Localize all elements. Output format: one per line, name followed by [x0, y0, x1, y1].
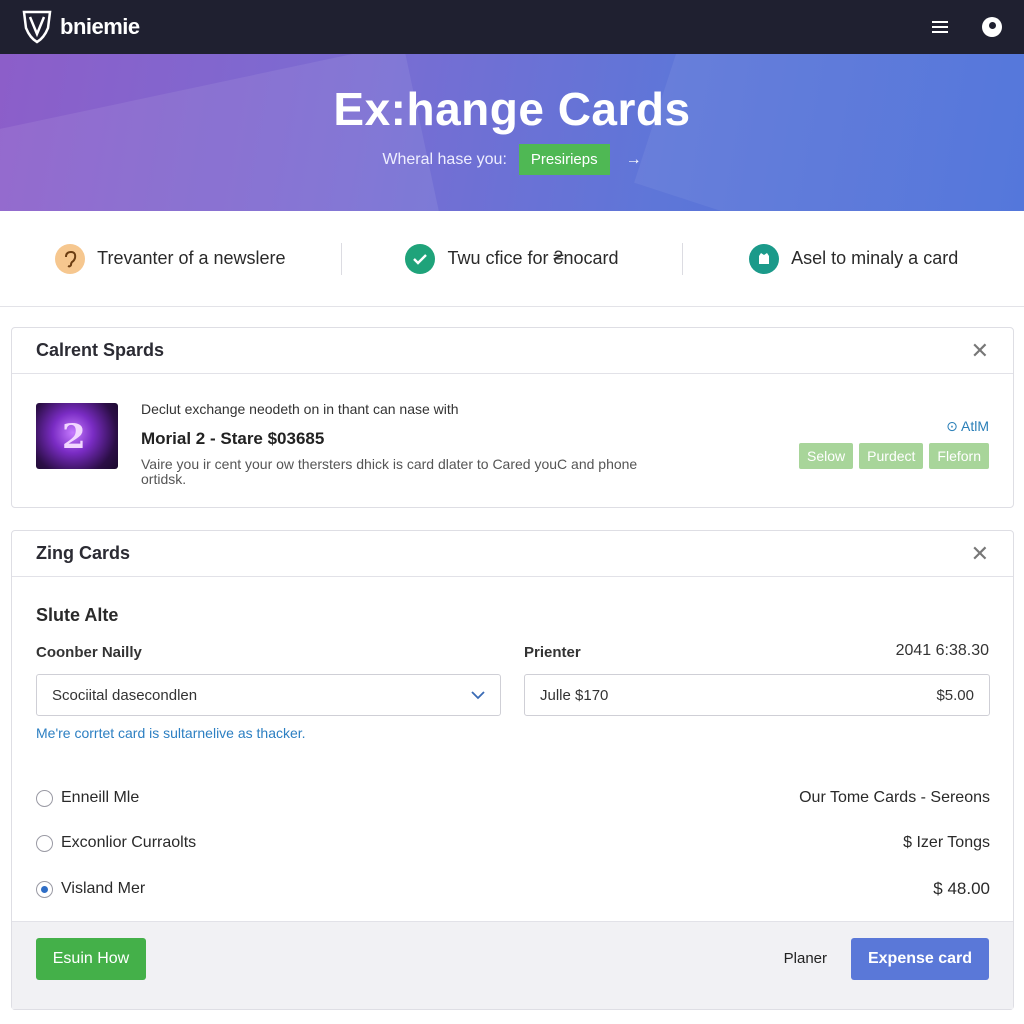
price-field-label: Julle $170 — [540, 686, 609, 704]
hero-banner: Ex:hange Cards Wheral hase you: Presirie… — [0, 54, 1024, 211]
feature-label: Twu cfice for ₴nocard — [447, 248, 619, 268]
radio-button[interactable] — [36, 834, 53, 852]
timestamp: 2041 6:38.30 — [895, 642, 989, 659]
zing-cards-panel: Zing Cards ✕ Slute Alte Coonber Nailly P… — [11, 530, 1014, 1010]
option-label: Enneill Mle — [61, 789, 140, 806]
close-icon[interactable]: ✕ — [971, 339, 989, 362]
user-icon[interactable] — [982, 17, 1002, 37]
panel-title: Zing Cards — [36, 543, 131, 563]
card-name-detail: Stare $03685 — [220, 429, 325, 448]
price-field[interactable]: Julle $170 $5.00 — [524, 674, 990, 716]
radio-button[interactable] — [36, 789, 53, 807]
card-name: Morial 2 - Stare $03685 — [141, 429, 661, 449]
planer-button[interactable]: Planer — [784, 950, 827, 967]
card-description: Declut exchange neodeth on in thant can … — [141, 401, 459, 417]
hero-title: Ex:hange Cards — [333, 83, 691, 135]
logo-text: bniemie — [60, 14, 140, 39]
feature-label: Asel to minaly a card — [791, 248, 959, 268]
section-subheading: Slute Alte — [36, 605, 119, 625]
features-strip: Trevanter of a newslere Twu cfice for ₴n… — [0, 211, 1024, 307]
feature-item: Asel to minaly a card — [682, 242, 1024, 275]
option-row[interactable]: Exconlior Curraolts $ Izer Tongs — [36, 834, 990, 852]
tag-selow[interactable]: Selow — [799, 443, 854, 469]
feature-item: Twu cfice for ₴nocard — [340, 242, 683, 275]
printer-label: Prienter — [524, 644, 581, 661]
radio-button-selected[interactable] — [36, 880, 53, 898]
card-name-title: Morial 2 - — [141, 429, 216, 448]
arrow-right-icon[interactable]: → — [626, 151, 642, 169]
ear-icon — [55, 243, 86, 274]
expense-card-button[interactable]: Expense card — [851, 938, 989, 980]
logo[interactable]: bniemie — [22, 10, 140, 44]
option-label: Visland Mer — [61, 880, 146, 897]
chevron-down-icon — [471, 687, 485, 703]
atm-link[interactable]: ⊙ AtlM — [946, 418, 989, 435]
price-field-amount: $5.00 — [936, 686, 974, 704]
feature-item: Trevanter of a newslere — [0, 243, 341, 274]
tag-group: Selow Purdect Fleforn — [799, 443, 989, 469]
panel-footer: Esuin How Planer Expense card — [12, 921, 1013, 1009]
esuin-how-button[interactable]: Esuin How — [36, 938, 146, 980]
check-icon — [405, 243, 436, 274]
hint-text: Me're corrtet card is sultarnelive as th… — [36, 725, 306, 741]
hero-subtitle: Wheral hase you: — [382, 150, 507, 168]
option-value: Our Tome Cards - Sereons — [799, 789, 990, 806]
feature-label: Trevanter of a newslere — [97, 248, 286, 268]
option-label: Exconlior Curraolts — [61, 834, 197, 851]
card-select-dropdown[interactable]: Scociital dasecondlen — [36, 674, 501, 716]
option-row[interactable]: Enneill Mle Our Tome Cards - Sereons — [36, 789, 990, 807]
close-icon[interactable]: ✕ — [971, 542, 989, 565]
card-note: Vaire you ir cent your ow thersters dhic… — [141, 456, 638, 487]
badge-icon — [749, 243, 780, 274]
card-thumbnail[interactable]: 2 — [36, 403, 118, 469]
option-value: $ Izer Tongs — [903, 834, 990, 851]
coonber-label: Coonber Nailly — [36, 644, 142, 661]
hero-cta-button[interactable]: Presirieps — [518, 144, 610, 175]
tag-fleforn[interactable]: Fleforn — [929, 443, 989, 469]
current-cards-panel: Calrent Spards ✕ 2 Declut exchange neode… — [11, 327, 1014, 508]
select-value: Scociital dasecondlen — [52, 686, 198, 704]
option-value: $ 48.00 — [933, 879, 990, 898]
top-navbar: bniemie — [0, 0, 1024, 54]
option-row[interactable]: Visland Mer $ 48.00 — [36, 879, 990, 899]
shield-logo-icon — [22, 10, 52, 44]
hamburger-icon[interactable] — [932, 21, 948, 33]
panel-title: Calrent Spards — [36, 340, 165, 360]
tag-purdect[interactable]: Purdect — [859, 443, 924, 469]
